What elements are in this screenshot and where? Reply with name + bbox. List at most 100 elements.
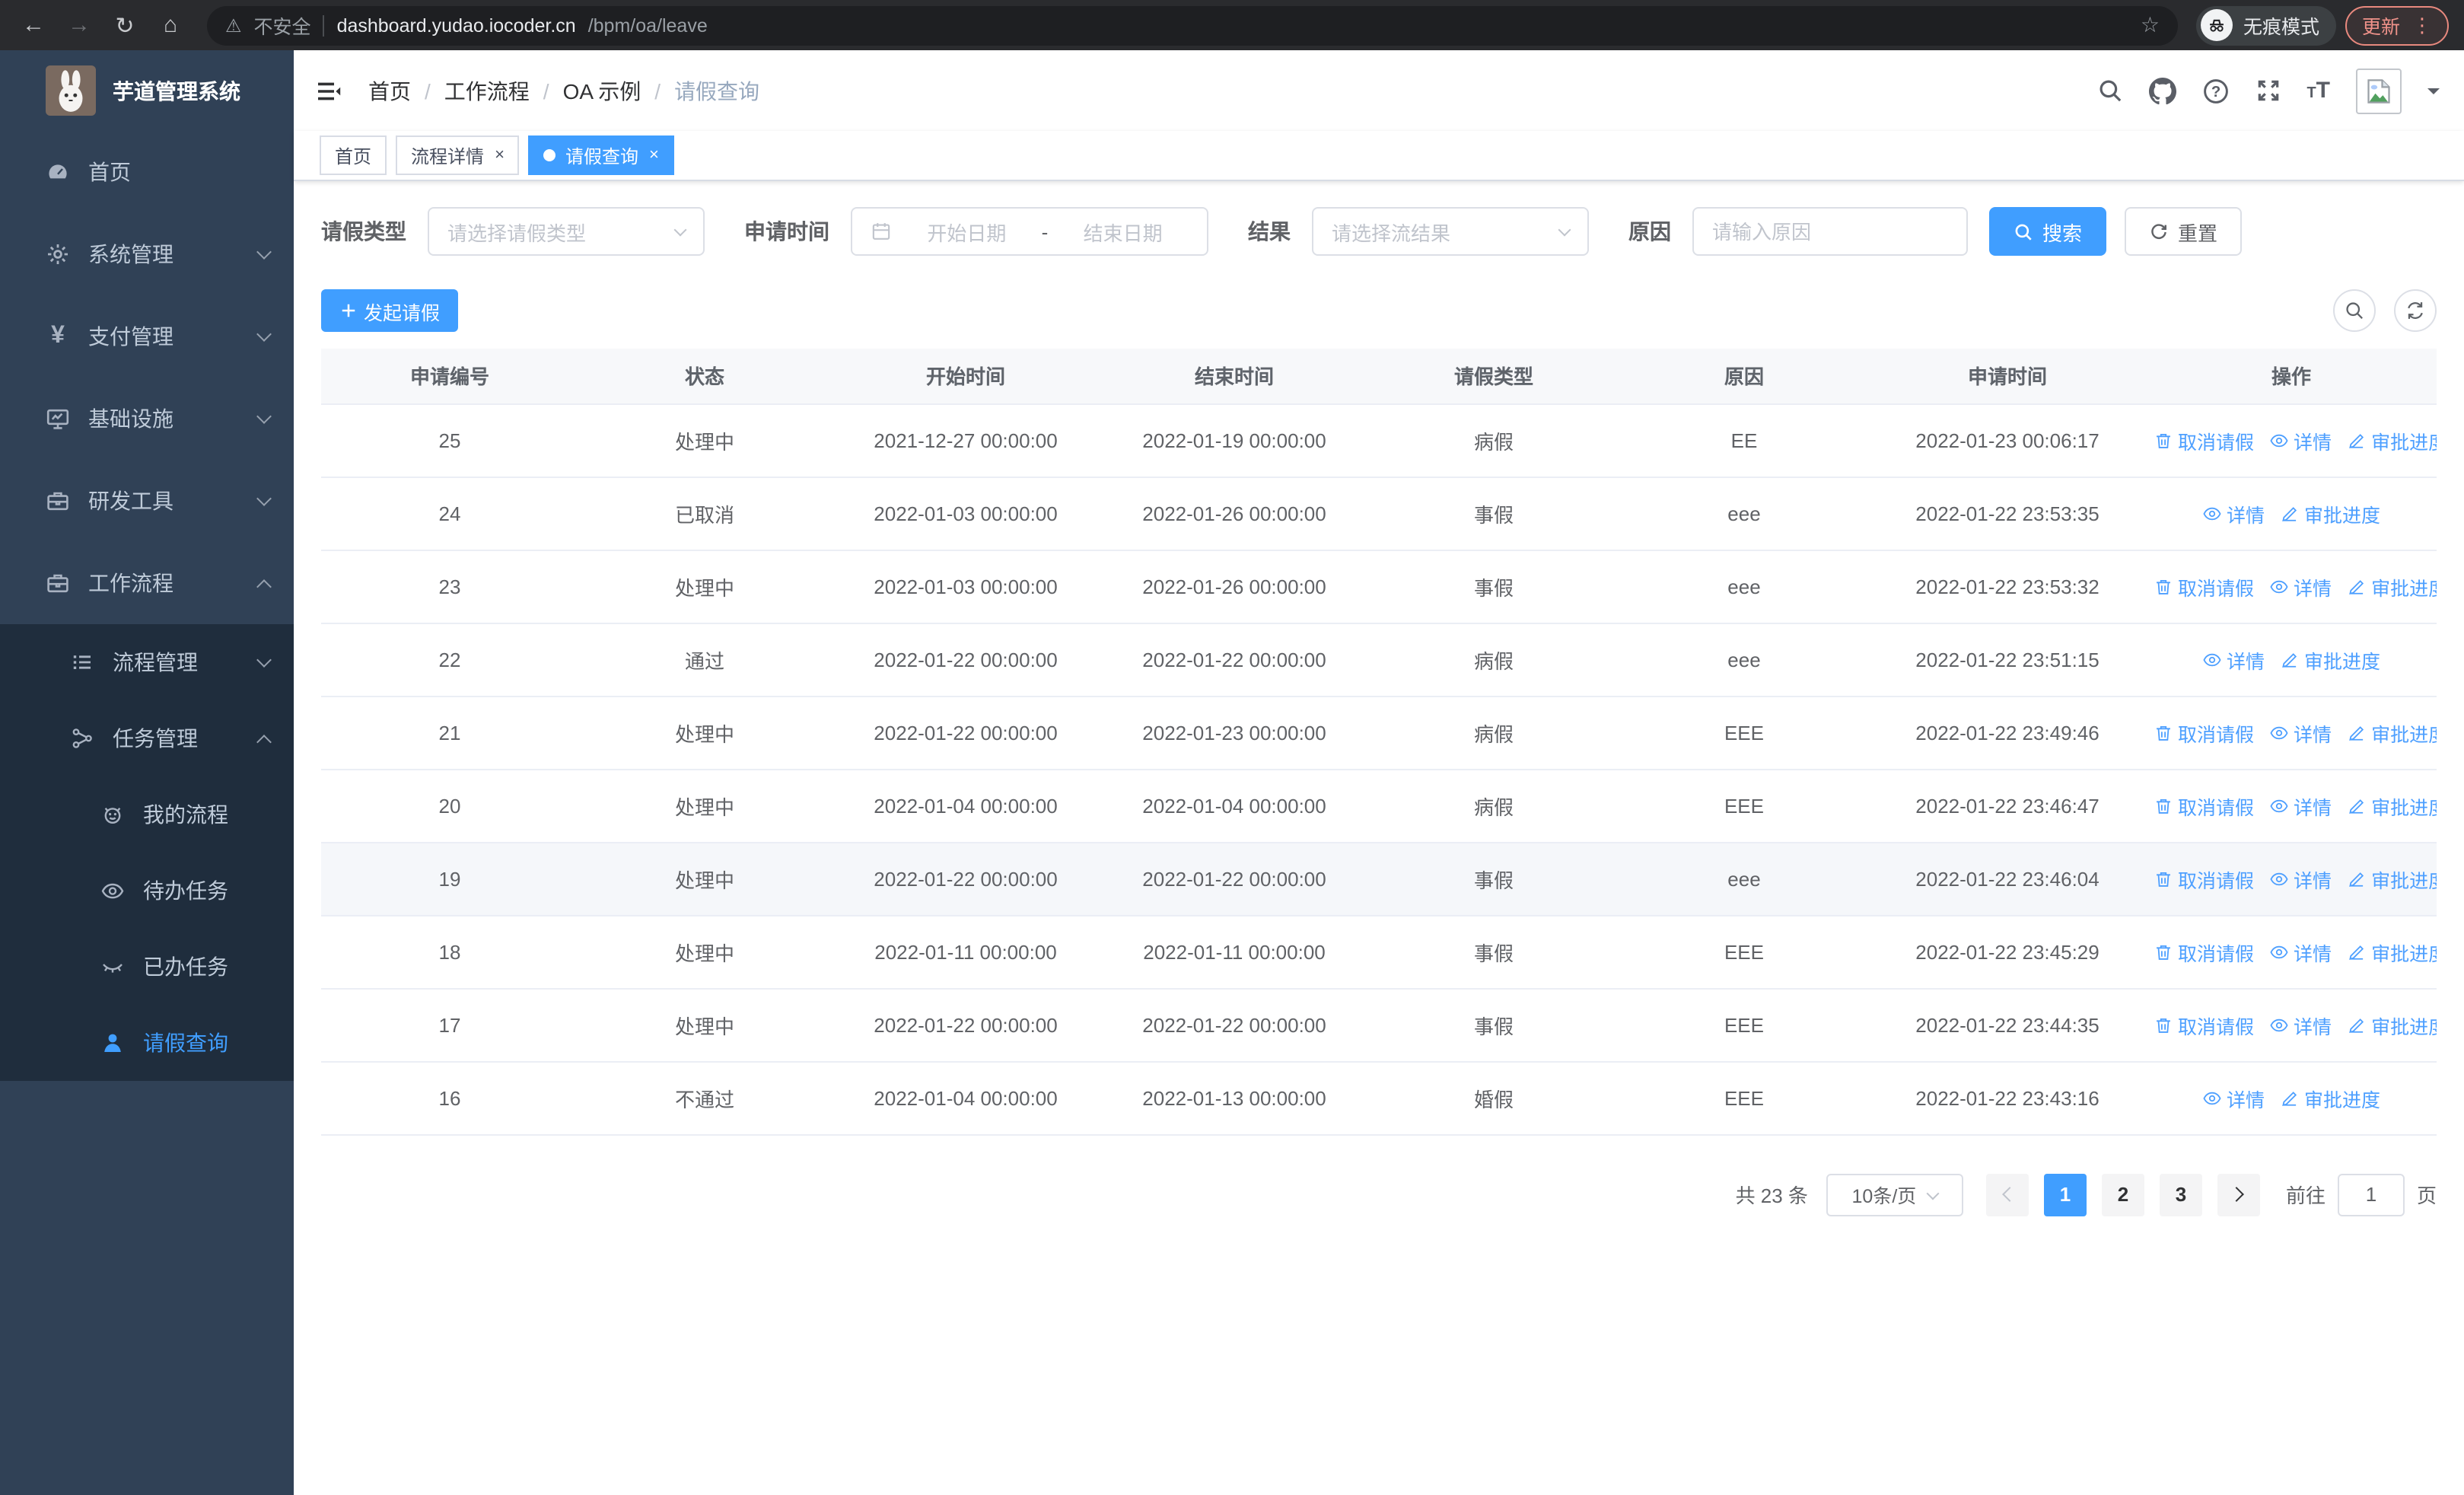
sidebar-item-payment[interactable]: ¥ 支付管理 <box>0 295 294 378</box>
breadcrumb-current: 请假查询 <box>674 78 760 103</box>
start-date-placeholder: 开始日期 <box>927 222 1007 244</box>
create-leave-button[interactable]: 发起请假 <box>321 289 459 332</box>
cell-leave-type: 事假 <box>1368 842 1619 916</box>
goto-page-input[interactable] <box>2337 1173 2405 1216</box>
leave-type-select[interactable]: 请选择请假类型 <box>428 207 705 256</box>
breadcrumb-oa-example[interactable]: OA 示例 <box>563 75 641 106</box>
filter-apply-time: 申请时间 开始日期 - 结束日期 <box>744 207 1208 256</box>
cancel-leave-link[interactable]: 取消请假 <box>2154 426 2254 454</box>
detail-link[interactable]: 详情 <box>2269 426 2332 454</box>
cell-apply-time: 2022-01-22 23:51:15 <box>1869 623 2146 696</box>
tab-process-detail[interactable]: 流程详情 × <box>396 135 520 175</box>
avatar[interactable] <box>2356 68 2402 113</box>
font-size-icon[interactable]: TT <box>2306 79 2330 102</box>
cancel-leave-link[interactable]: 取消请假 <box>2154 937 2254 966</box>
cell-reason: eee <box>1619 477 1869 550</box>
cancel-leave-link[interactable]: 取消请假 <box>2154 718 2254 747</box>
detail-link[interactable]: 详情 <box>2202 499 2265 528</box>
tab-home[interactable]: 首页 <box>320 135 387 175</box>
date-range-picker[interactable]: 开始日期 - 结束日期 <box>851 207 1208 256</box>
progress-link[interactable]: 审批进度 <box>2280 645 2380 674</box>
sidebar-collapse-icon[interactable] <box>315 77 342 104</box>
search-icon[interactable] <box>2096 78 2122 104</box>
detail-link[interactable]: 详情 <box>2269 572 2332 601</box>
search-button[interactable]: 搜索 <box>1989 207 2107 256</box>
view-icon <box>2270 725 2288 739</box>
cancel-leave-link[interactable]: 取消请假 <box>2154 1010 2254 1039</box>
url-path: /bpm/oa/leave <box>587 14 708 36</box>
progress-link[interactable]: 审批进度 <box>2347 937 2437 966</box>
chevron-down-icon <box>256 327 272 342</box>
next-page-button[interactable] <box>2217 1173 2260 1216</box>
reason-input-wrap <box>1692 207 1968 256</box>
cancel-leave-link[interactable]: 取消请假 <box>2154 572 2254 601</box>
breadcrumb-home[interactable]: 首页 <box>368 75 411 106</box>
progress-link[interactable]: 审批进度 <box>2347 791 2437 820</box>
cell-leave-type: 病假 <box>1368 696 1619 770</box>
prev-page-button[interactable] <box>1985 1173 2029 1216</box>
hide-search-button[interactable] <box>2333 289 2376 332</box>
cell-reason: EEE <box>1619 696 1869 770</box>
progress-link[interactable]: 审批进度 <box>2347 718 2437 747</box>
result-select[interactable]: 请选择流结果 <box>1312 207 1589 256</box>
fullscreen-icon[interactable] <box>2255 78 2281 104</box>
progress-link[interactable]: 审批进度 <box>2347 426 2437 454</box>
progress-link[interactable]: 审批进度 <box>2280 1083 2380 1112</box>
reset-button[interactable]: 重置 <box>2125 207 2243 256</box>
cell-start-time: 2022-01-22 00:00:00 <box>831 623 1100 696</box>
refresh-button[interactable] <box>2394 289 2437 332</box>
address-bar[interactable]: ⚠ 不安全 dashboard.yudao.iocoder.cn/bpm/oa/… <box>207 5 2178 45</box>
help-icon[interactable]: ? <box>2201 77 2229 104</box>
progress-link[interactable]: 审批进度 <box>2347 1010 2437 1039</box>
progress-link[interactable]: 审批进度 <box>2280 499 2380 528</box>
sidebar-item-workflow[interactable]: 工作流程 <box>0 542 294 624</box>
page-button-3[interactable]: 3 <box>2159 1173 2202 1216</box>
sidebar-item-leave-query[interactable]: 请假查询 <box>0 1005 294 1081</box>
browser-reload-button[interactable]: ↻ <box>107 7 143 43</box>
sidebar-item-my-process[interactable]: 我的流程 <box>0 776 294 853</box>
detail-link[interactable]: 详情 <box>2269 791 2332 820</box>
close-icon[interactable]: × <box>495 146 505 164</box>
cell-end-time: 2022-01-22 00:00:00 <box>1100 842 1368 916</box>
bookmark-star-icon[interactable]: ☆ <box>2141 12 2160 38</box>
cell-actions: 取消请假详情审批进度 <box>2146 988 2437 1062</box>
sidebar-item-done-tasks[interactable]: 已办任务 <box>0 929 294 1005</box>
cancel-leave-link[interactable]: 取消请假 <box>2154 864 2254 893</box>
table-row: 18 处理中 2022-01-11 00:00:00 2022-01-11 00:00… <box>321 915 2437 989</box>
progress-link[interactable]: 审批进度 <box>2347 572 2437 601</box>
detail-link[interactable]: 详情 <box>2269 937 2332 966</box>
breadcrumb-workflow[interactable]: 工作流程 <box>444 75 530 106</box>
browser-forward-button[interactable]: → <box>61 7 97 43</box>
cell-leave-type: 事假 <box>1368 550 1619 623</box>
chevron-down-icon[interactable] <box>2427 88 2440 100</box>
chevron-up-icon <box>256 579 272 594</box>
progress-link[interactable]: 审批进度 <box>2347 864 2437 893</box>
github-icon[interactable] <box>2148 77 2176 104</box>
browser-home-button[interactable]: ⌂ <box>152 7 189 43</box>
cell-start-time: 2022-01-22 00:00:00 <box>831 696 1100 770</box>
sidebar-item-todo-tasks[interactable]: 待办任务 <box>0 853 294 929</box>
reason-input[interactable] <box>1694 209 1966 254</box>
page-button-2[interactable]: 2 <box>2101 1173 2144 1216</box>
browser-back-button[interactable]: ← <box>15 7 52 43</box>
sidebar-item-task-mgmt[interactable]: 任务管理 <box>0 700 294 776</box>
browser-menu-icon[interactable]: ⋮ <box>2412 13 2432 37</box>
detail-link[interactable]: 详情 <box>2269 864 2332 893</box>
detail-link[interactable]: 详情 <box>2269 1010 2332 1039</box>
tab-leave-query[interactable]: 请假查询 × <box>528 135 674 175</box>
sidebar-item-system[interactable]: 系统管理 <box>0 213 294 295</box>
detail-link[interactable]: 详情 <box>2269 718 2332 747</box>
sidebar-item-home[interactable]: 首页 <box>0 131 294 213</box>
sidebar-item-devtools[interactable]: 研发工具 <box>0 460 294 542</box>
sidebar-item-infrastructure[interactable]: 基础设施 <box>0 378 294 460</box>
close-icon[interactable]: × <box>649 146 659 164</box>
detail-link[interactable]: 详情 <box>2202 1083 2265 1112</box>
browser-update-button[interactable]: 更新 ⋮ <box>2345 5 2449 45</box>
sidebar-item-process-mgmt[interactable]: 流程管理 <box>0 624 294 700</box>
cell-end-time: 2022-01-26 00:00:00 <box>1100 550 1368 623</box>
page-button-1[interactable]: 1 <box>2043 1173 2087 1216</box>
page-size-select[interactable]: 10条/页 <box>1826 1173 1963 1216</box>
cancel-leave-link[interactable]: 取消请假 <box>2154 791 2254 820</box>
detail-link[interactable]: 详情 <box>2202 645 2265 674</box>
workflow-tree-icon <box>70 726 94 751</box>
